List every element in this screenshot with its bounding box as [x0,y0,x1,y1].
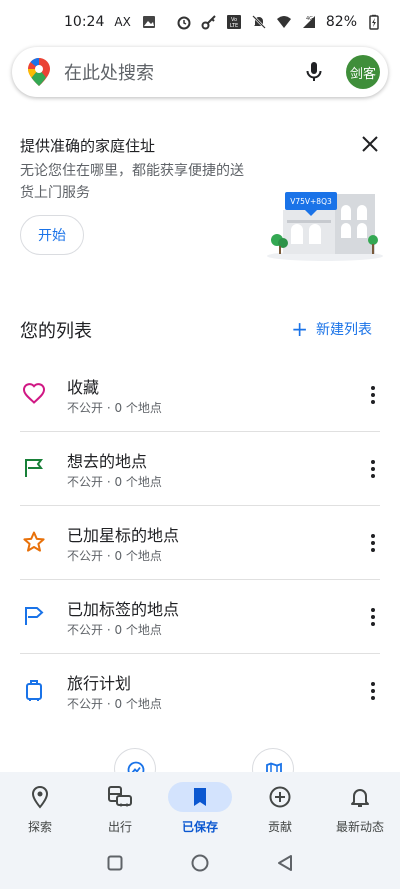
home-circle-icon[interactable] [191,854,209,872]
start-button[interactable]: 开始 [20,215,84,255]
wifi-icon [276,16,291,28]
bookmark-icon [194,788,206,806]
list-item-want-to-go[interactable]: 想去的地点 不公开 · 0 个地点 [0,432,400,506]
status-time: 10:24 [64,14,105,30]
list-item-starred[interactable]: 已加星标的地点 不公开 · 0 个地点 [0,506,400,580]
list-item-favorites[interactable]: 收藏 不公开 · 0 个地点 [0,358,400,432]
heart-icon [22,383,46,404]
nav-label: 最新动态 [335,820,384,834]
nav-label: 出行 [107,820,132,834]
commute-icon [108,786,132,807]
battery-percent: 82% [325,14,357,30]
more-vert-icon[interactable] [370,680,376,702]
volte-icon: VoLTE [226,15,241,29]
list-item-subtitle: 不公开 · 0 个地点 [67,401,162,415]
list-item-labeled[interactable]: 已加标签的地点 不公开 · 0 个地点 [0,580,400,654]
nav-explore[interactable]: 探索 [0,772,80,836]
suitcase-icon [26,680,42,701]
list-item-title: 已加星标的地点 [67,526,180,545]
list-item-title: 收藏 [67,378,100,397]
mute-bell-icon [251,15,266,29]
lists-header: 您的列表 + 新建列表 [0,313,400,345]
microphone-icon[interactable] [302,60,326,84]
more-vert-icon[interactable] [370,458,376,480]
flag-icon [25,459,43,477]
battery-icon [369,14,379,30]
more-vert-icon[interactable] [370,384,376,406]
image-icon [142,16,155,28]
status-bar: 10:24 AX Vo LTE 4G 82% [0,0,400,44]
list-item-subtitle: 不公开 · 0 个地点 [67,549,162,563]
svg-text:4G: 4G [306,16,313,22]
home-address-promo: 提供准确的家庭住址 无论您住在哪里，都能获享便捷的送货上门服务 开始 V75V+… [0,120,400,285]
recents-square-icon[interactable] [107,855,123,871]
google-maps-pin-icon [28,58,50,86]
nav-label: 贡献 [267,820,292,834]
list-item-subtitle: 不公开 · 0 个地点 [67,475,162,489]
new-list-button[interactable]: + 新建列表 [291,319,372,339]
nav-label: 已保存 [181,820,218,834]
key-icon [201,15,216,30]
promo-title: 提供准确的家庭住址 [20,137,156,155]
saved-lists: 收藏 不公开 · 0 个地点 想去的地点 不公开 · 0 个地点 已加星标的地点… [0,358,400,728]
close-icon[interactable] [360,134,380,154]
label-flag-icon [25,607,44,625]
alarm-icon [177,16,191,30]
nav-label: 探索 [27,820,52,834]
house-illustration: V75V+8Q3 [267,192,383,261]
search-bar[interactable]: 在此处搜索 剑客 [12,47,388,97]
avatar[interactable]: 剑客 [346,55,380,89]
lists-title: 您的列表 [20,321,92,342]
list-item-subtitle: 不公开 · 0 个地点 [67,697,162,711]
list-item-title: 已加标签的地点 [67,600,180,619]
nav-contribute[interactable]: 贡献 [240,772,320,836]
list-item-title: 想去的地点 [67,452,148,471]
list-item-travel-plans[interactable]: 旅行计划 不公开 · 0 个地点 [0,654,400,728]
plus-code-label: V75V+8Q3 [290,197,332,206]
bottom-navigation: 探索 出行 已保存 贡献 最新动态 [0,772,400,836]
more-vert-icon[interactable] [370,606,376,628]
promo-description: 无论您住在哪里，都能获享便捷的送货上门服务 [20,163,244,201]
new-list-label: 新建列表 [316,322,372,338]
bell-icon [351,789,369,807]
nav-saved[interactable]: 已保存 [160,772,240,836]
star-icon [23,531,45,552]
add-circle-icon [269,786,291,808]
more-vert-icon[interactable] [370,532,376,554]
back-triangle-icon[interactable] [277,854,293,872]
plus-icon: + [291,317,308,341]
status-ax-label: AX [114,15,131,29]
system-navigation-bar [0,836,400,889]
list-item-title: 旅行计划 [67,674,132,693]
signal-icon: 4G [302,16,315,28]
nav-commute[interactable]: 出行 [80,772,160,836]
search-input[interactable]: 在此处搜索 [64,59,302,85]
list-item-subtitle: 不公开 · 0 个地点 [67,623,162,637]
location-pin-icon [31,785,49,809]
svg-text:LTE: LTE [230,23,238,29]
nav-updates[interactable]: 最新动态 [320,772,400,836]
